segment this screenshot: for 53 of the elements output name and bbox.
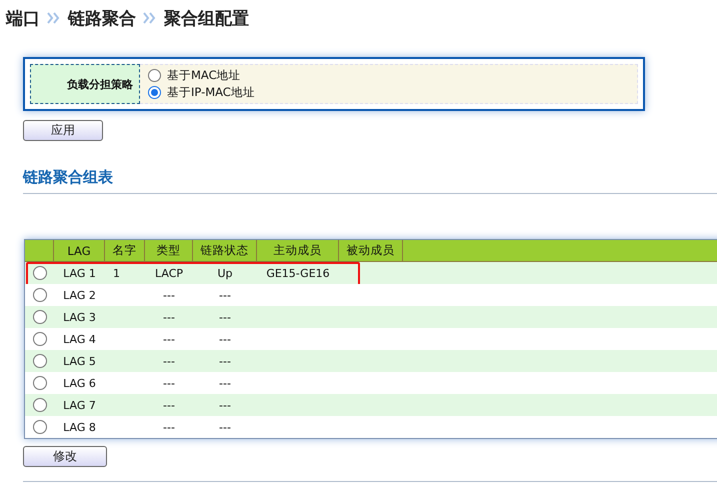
- radio-button[interactable]: [32, 332, 46, 346]
- table-cell: LAG 2: [63, 288, 96, 302]
- table-cell: ---: [219, 376, 231, 390]
- table-cell: ---: [219, 354, 231, 368]
- table-cell: Up: [217, 266, 233, 280]
- apply-button[interactable]: 应用: [23, 120, 103, 141]
- radio-button[interactable]: [32, 310, 46, 324]
- field-label: 负载分担策略: [30, 64, 140, 104]
- section-title: 链路聚合组表: [23, 168, 717, 194]
- table-cell: ---: [163, 354, 175, 368]
- table-cell: LAG 8: [63, 420, 96, 434]
- radio-button[interactable]: [32, 354, 46, 368]
- column-header: 链路状态: [193, 240, 257, 261]
- table-cell: LACP: [154, 266, 184, 280]
- table-cell: 1: [113, 266, 120, 280]
- table-cell: ---: [219, 420, 231, 434]
- column-header: 类型: [145, 240, 193, 261]
- table-cell: LAG 4: [63, 332, 96, 346]
- table-cell: ---: [163, 398, 175, 412]
- table-cell: GE15-GE16: [266, 266, 330, 280]
- option-label: 基于MAC地址: [167, 68, 241, 83]
- radio-button[interactable]: [32, 288, 46, 302]
- table-cell: ---: [219, 332, 231, 346]
- radio-button[interactable]: [148, 86, 161, 99]
- breadcrumb-item: 端口: [6, 8, 40, 30]
- breadcrumb-item: 聚合组配置: [164, 8, 249, 30]
- radio-button[interactable]: [32, 266, 46, 280]
- table-cell: ---: [219, 310, 231, 324]
- chevron-separator-icon: [46, 12, 62, 24]
- column-header: 名字: [105, 240, 145, 261]
- table-cell: ---: [163, 420, 175, 434]
- radio-button[interactable]: [32, 420, 46, 434]
- column-header: 被动成员: [339, 240, 403, 261]
- table-cell: ---: [163, 376, 175, 390]
- column-header: LAG: [54, 240, 105, 261]
- table-cell: ---: [163, 332, 175, 346]
- radio-button[interactable]: [32, 376, 46, 390]
- table-cell: LAG 6: [63, 376, 96, 390]
- table-cell: ---: [219, 398, 231, 412]
- chevron-separator-icon: [142, 12, 158, 24]
- table-cell: LAG 1: [63, 266, 96, 280]
- column-header: 主动成员: [257, 240, 339, 261]
- table-cell: ---: [163, 310, 175, 324]
- table-cell: LAG 7: [63, 398, 96, 412]
- modify-button[interactable]: 修改: [23, 446, 107, 467]
- table-cell: ---: [219, 288, 231, 302]
- radio-button[interactable]: [32, 398, 46, 412]
- table-cell: ---: [163, 288, 175, 302]
- table-cell: LAG 5: [63, 354, 96, 368]
- breadcrumb-item: 链路聚合: [68, 8, 136, 30]
- table-cell: LAG 3: [63, 310, 96, 324]
- radio-button[interactable]: [148, 69, 161, 82]
- option-label: 基于IP-MAC地址: [167, 85, 255, 100]
